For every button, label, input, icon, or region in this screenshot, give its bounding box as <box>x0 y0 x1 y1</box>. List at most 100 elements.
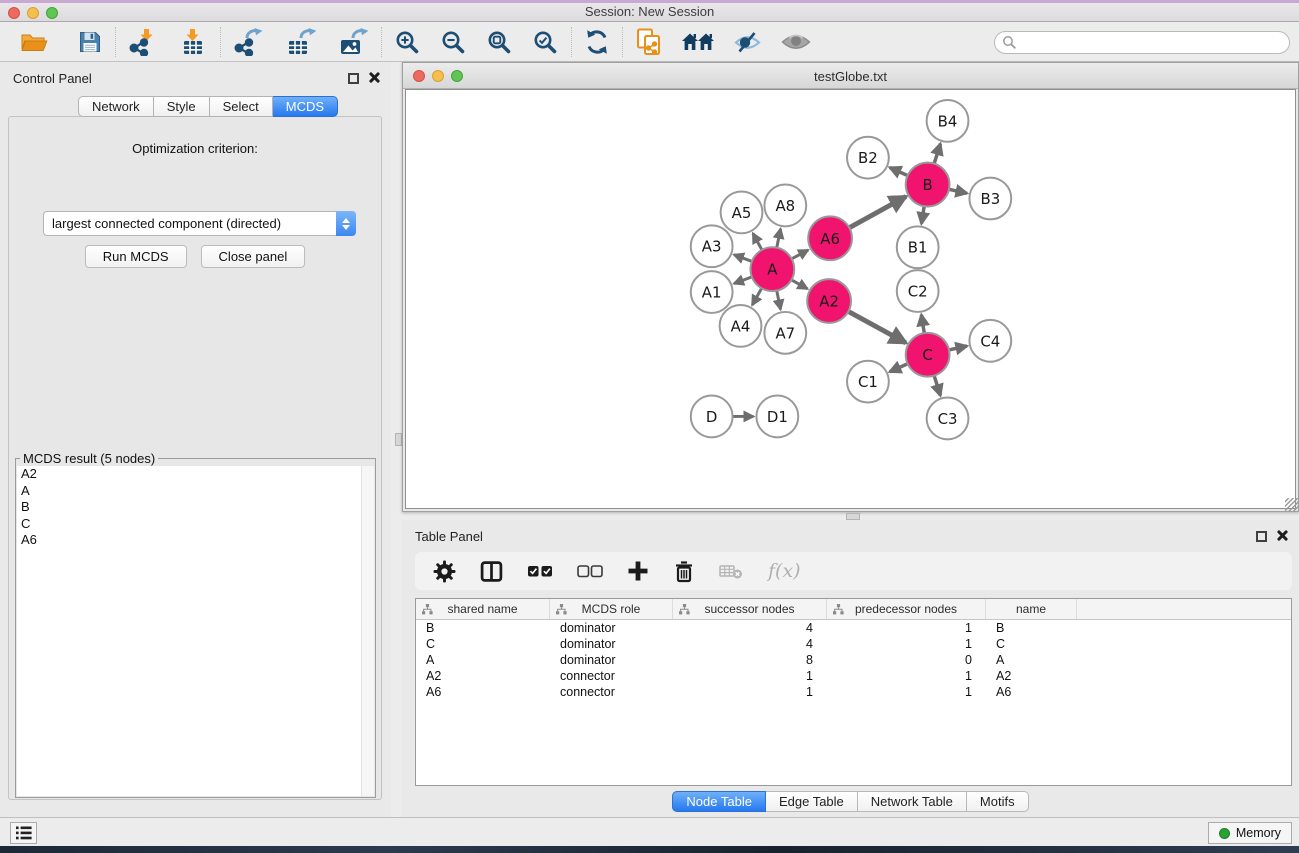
cell-shared-name[interactable]: B <box>416 620 550 636</box>
show-column-button[interactable] <box>480 560 503 583</box>
table-row[interactable]: A2connector11A2 <box>416 668 1291 684</box>
zoom-fit-button[interactable] <box>487 26 512 58</box>
cell-shared-name[interactable]: C <box>416 636 550 652</box>
copy-network-view-button[interactable] <box>636 26 662 58</box>
mcds-result-title: MCDS result (5 nodes) <box>20 451 158 466</box>
search-input[interactable] <box>1021 33 1289 51</box>
panel-splitter-grip[interactable] <box>395 433 402 446</box>
cell-mcds-role[interactable]: dominator <box>550 652 673 668</box>
cell-predecessor-nodes[interactable]: 1 <box>827 620 986 636</box>
task-history-button[interactable] <box>10 822 37 844</box>
tab-motifs[interactable]: Motifs <box>967 791 1029 812</box>
column-header-successor-nodes[interactable]: successor nodes <box>673 599 827 619</box>
import-network-button[interactable] <box>129 26 157 58</box>
tab-style[interactable]: Style <box>154 96 210 117</box>
export-table-button[interactable] <box>286 26 316 58</box>
cell-name[interactable]: B <box>986 620 1077 636</box>
cell-predecessor-nodes[interactable]: 0 <box>827 652 986 668</box>
mcds-result-item[interactable]: A6 <box>17 532 374 549</box>
column-header-shared-name[interactable]: shared name <box>416 599 550 619</box>
graph-node-label-D1: D1 <box>767 408 788 426</box>
network-graph[interactable]: B4B2BB3A8A5A6B1A3AC2A1A2A4A7C4CC1C3DD1 <box>406 90 1295 508</box>
network-window-titlebar[interactable]: testGlobe.txt <box>403 63 1298 89</box>
zoom-in-button[interactable] <box>395 26 420 58</box>
memory-button[interactable]: Memory <box>1208 822 1292 844</box>
apply-layout-button[interactable] <box>585 26 609 58</box>
tab-select[interactable]: Select <box>210 96 273 117</box>
table-settings-button[interactable] <box>433 560 456 583</box>
export-image-button[interactable] <box>338 26 368 58</box>
table-row[interactable]: Adominator80A <box>416 652 1291 668</box>
tab-edge-table[interactable]: Edge Table <box>766 791 858 812</box>
cell-name[interactable]: A2 <box>986 668 1077 684</box>
cell-name[interactable]: A <box>986 652 1077 668</box>
tab-node-table[interactable]: Node Table <box>672 791 766 812</box>
graph-node-label-B2: B2 <box>858 149 878 167</box>
column-header-mcds-role[interactable]: MCDS role <box>550 599 673 619</box>
float-panel-icon[interactable] <box>348 73 359 84</box>
cell-name[interactable]: C <box>986 636 1077 652</box>
hide-graphics-details-button[interactable] <box>734 26 761 58</box>
open-file-button[interactable] <box>20 26 48 58</box>
import-network-icon <box>129 28 157 56</box>
close-panel-icon[interactable] <box>369 72 381 84</box>
optimization-criterion-select[interactable]: largest connected component (directed) <box>43 211 356 236</box>
show-home-view-button[interactable] <box>682 26 714 58</box>
cell-shared-name[interactable]: A6 <box>416 684 550 700</box>
mcds-result-item[interactable]: A2 <box>17 466 374 483</box>
run-mcds-button[interactable]: Run MCDS <box>85 245 187 268</box>
float-table-panel-icon[interactable] <box>1256 531 1267 542</box>
mcds-result-item[interactable]: C <box>17 516 374 533</box>
import-table-button[interactable] <box>181 26 207 58</box>
cell-predecessor-nodes[interactable]: 1 <box>827 668 986 684</box>
cell-mcds-role[interactable]: connector <box>550 684 673 700</box>
cell-successor-nodes[interactable]: 1 <box>673 684 827 700</box>
tab-network-table[interactable]: Network Table <box>858 791 967 812</box>
zoom-selected-button[interactable] <box>533 26 558 58</box>
birds-eye-view-button[interactable] <box>781 26 811 58</box>
table-body: Bdominator41BCdominator41CAdominator80AA… <box>416 620 1291 700</box>
cell-successor-nodes[interactable]: 8 <box>673 652 827 668</box>
result-list-scrollbar[interactable] <box>361 466 374 796</box>
column-header-name[interactable]: name <box>986 599 1077 619</box>
cell-predecessor-nodes[interactable]: 1 <box>827 684 986 700</box>
cell-successor-nodes[interactable]: 4 <box>673 620 827 636</box>
close-table-panel-icon[interactable] <box>1277 530 1289 542</box>
deselect-all-rows-button[interactable] <box>577 564 603 578</box>
table-row[interactable]: Cdominator41C <box>416 636 1291 652</box>
delete-rows-button[interactable] <box>673 560 695 583</box>
graph-node-label-C2: C2 <box>908 283 928 301</box>
close-panel-button[interactable]: Close panel <box>201 245 306 268</box>
mcds-result-list[interactable]: A2ABCA6 <box>17 466 374 796</box>
column-header-predecessor-nodes[interactable]: predecessor nodes <box>827 599 986 619</box>
tab-mcds[interactable]: MCDS <box>273 96 338 117</box>
attribute-tree-icon <box>422 604 433 615</box>
cell-shared-name[interactable]: A2 <box>416 668 550 684</box>
add-row-button[interactable] <box>627 560 649 582</box>
apply-function-button[interactable]: f(x) <box>768 560 801 582</box>
zoom-out-button[interactable] <box>441 26 466 58</box>
window-resize-grip[interactable] <box>1285 498 1298 511</box>
cell-predecessor-nodes[interactable]: 1 <box>827 636 986 652</box>
save-session-button[interactable] <box>78 26 102 58</box>
select-all-rows-button[interactable] <box>527 564 553 578</box>
cell-shared-name[interactable]: A <box>416 652 550 668</box>
export-network-button[interactable] <box>234 26 264 58</box>
graph-node-label-C: C <box>922 346 932 364</box>
cell-name[interactable]: A6 <box>986 684 1077 700</box>
checkboxes-unchecked-icon <box>577 564 603 578</box>
mcds-result-item[interactable]: B <box>17 499 374 516</box>
network-canvas[interactable]: B4B2BB3A8A5A6B1A3AC2A1A2A4A7C4CC1C3DD1 <box>405 89 1296 509</box>
cell-mcds-role[interactable]: connector <box>550 668 673 684</box>
cell-successor-nodes[interactable]: 1 <box>673 668 827 684</box>
cell-successor-nodes[interactable]: 4 <box>673 636 827 652</box>
cell-mcds-role[interactable]: dominator <box>550 636 673 652</box>
table-row[interactable]: A6connector11A6 <box>416 684 1291 700</box>
tab-network[interactable]: Network <box>78 96 154 117</box>
mcds-result-item[interactable]: A <box>17 483 374 500</box>
table-splitter-grip[interactable] <box>846 513 860 520</box>
delete-table-button[interactable] <box>719 562 744 580</box>
cell-mcds-role[interactable]: dominator <box>550 620 673 636</box>
table-row[interactable]: Bdominator41B <box>416 620 1291 636</box>
mcds-panel: Optimization criterion: largest connecte… <box>8 116 382 800</box>
